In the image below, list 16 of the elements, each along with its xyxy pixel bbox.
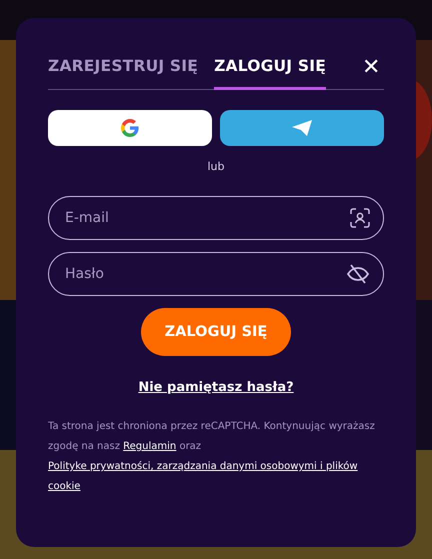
- google-icon: [120, 118, 140, 138]
- tab[interactable]: ZALOGUJ SIĘ: [214, 45, 326, 90]
- face-scan-icon: [350, 208, 370, 228]
- recaptcha-notice: Ta strona jest chroniona przez reCAPTCHA. Kontynuując wyrażasz zgodę na nasz Regulamin oraz: [48, 420, 376, 454]
- close-button[interactable]: ✕: [358, 56, 384, 78]
- email-field[interactable]: E-mail: [48, 196, 384, 240]
- privacy-policy-link[interactable]: Polityke prywatności, zarządzania danymi osobowymi i plików cookie: [48, 457, 384, 497]
- paper-plane-icon: [291, 119, 313, 137]
- google-button[interactable]: [48, 110, 212, 146]
- forgot-password-link[interactable]: Nie pamiętasz hasła?: [138, 380, 294, 395]
- eye-slash-icon: [346, 263, 370, 285]
- password-field[interactable]: Hasło: [48, 252, 384, 296]
- terms-link[interactable]: Regulamin: [123, 441, 176, 452]
- telegram-button[interactable]: [220, 110, 384, 146]
- tab[interactable]: ZAREJESTRUJ SIĘ: [48, 45, 198, 90]
- separator-text: lub: [206, 160, 226, 173]
